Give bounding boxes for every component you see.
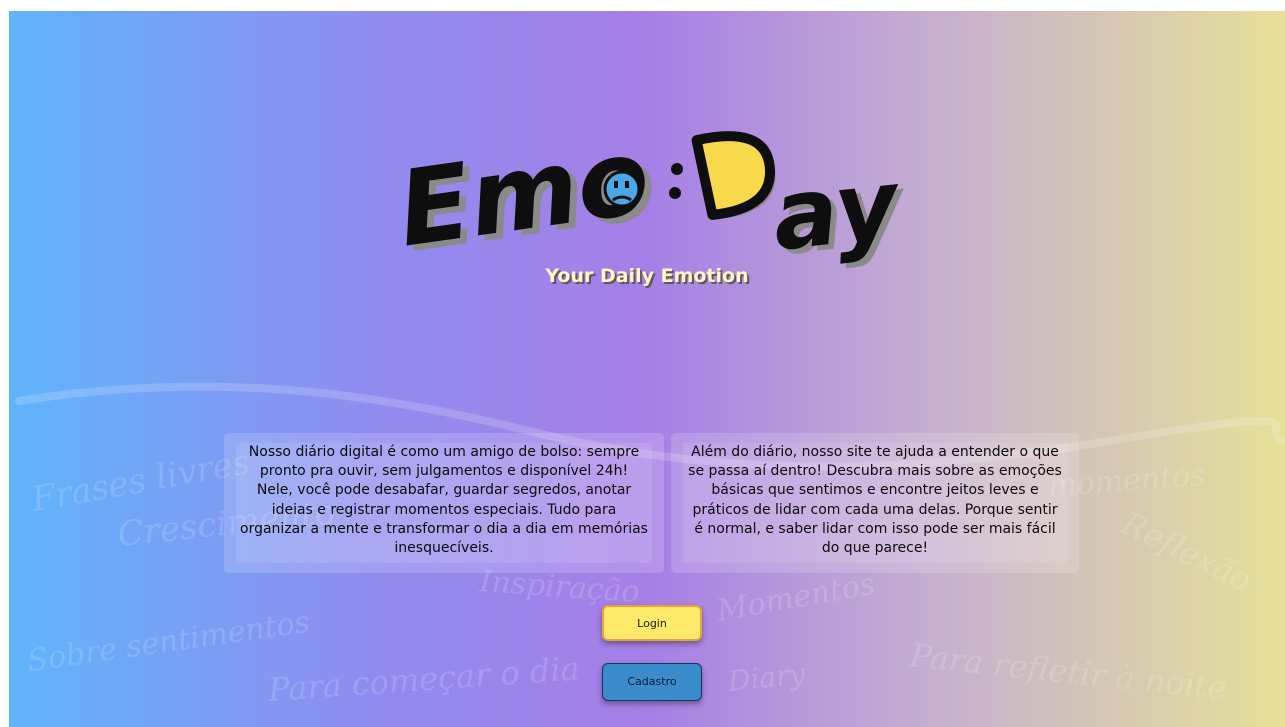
smile-d-icon bbox=[691, 131, 776, 220]
login-button[interactable]: Login bbox=[602, 605, 702, 641]
tagline: Your Daily Emotion bbox=[545, 265, 749, 287]
bg-phrase: Sobre sentimentos bbox=[25, 605, 312, 679]
logo-text-ay: ay bbox=[767, 148, 906, 273]
sad-face-icon bbox=[603, 170, 641, 208]
colon-icon bbox=[669, 163, 683, 199]
landing-page: Frases livres Crescimento Sobre sentimen… bbox=[9, 11, 1285, 727]
intro-text-left: Nosso diário digital é como um amigo de … bbox=[236, 443, 652, 563]
bg-phrase: Para refletir à noite bbox=[907, 636, 1228, 707]
signup-button[interactable]: Cadastro bbox=[602, 663, 702, 701]
bg-phrase: Diary bbox=[725, 657, 807, 698]
bg-phrase: Momentos bbox=[713, 567, 877, 629]
intro-card-left: Nosso diário digital é como um amigo de … bbox=[224, 433, 664, 573]
intro-text-right: Além do diário, nosso site te ajuda a en… bbox=[683, 443, 1067, 563]
bg-phrase: Para começar o dia bbox=[266, 649, 581, 709]
intro-card-right: Além do diário, nosso site te ajuda a en… bbox=[671, 433, 1079, 573]
bg-phrase: Reflexão bbox=[1115, 504, 1258, 600]
